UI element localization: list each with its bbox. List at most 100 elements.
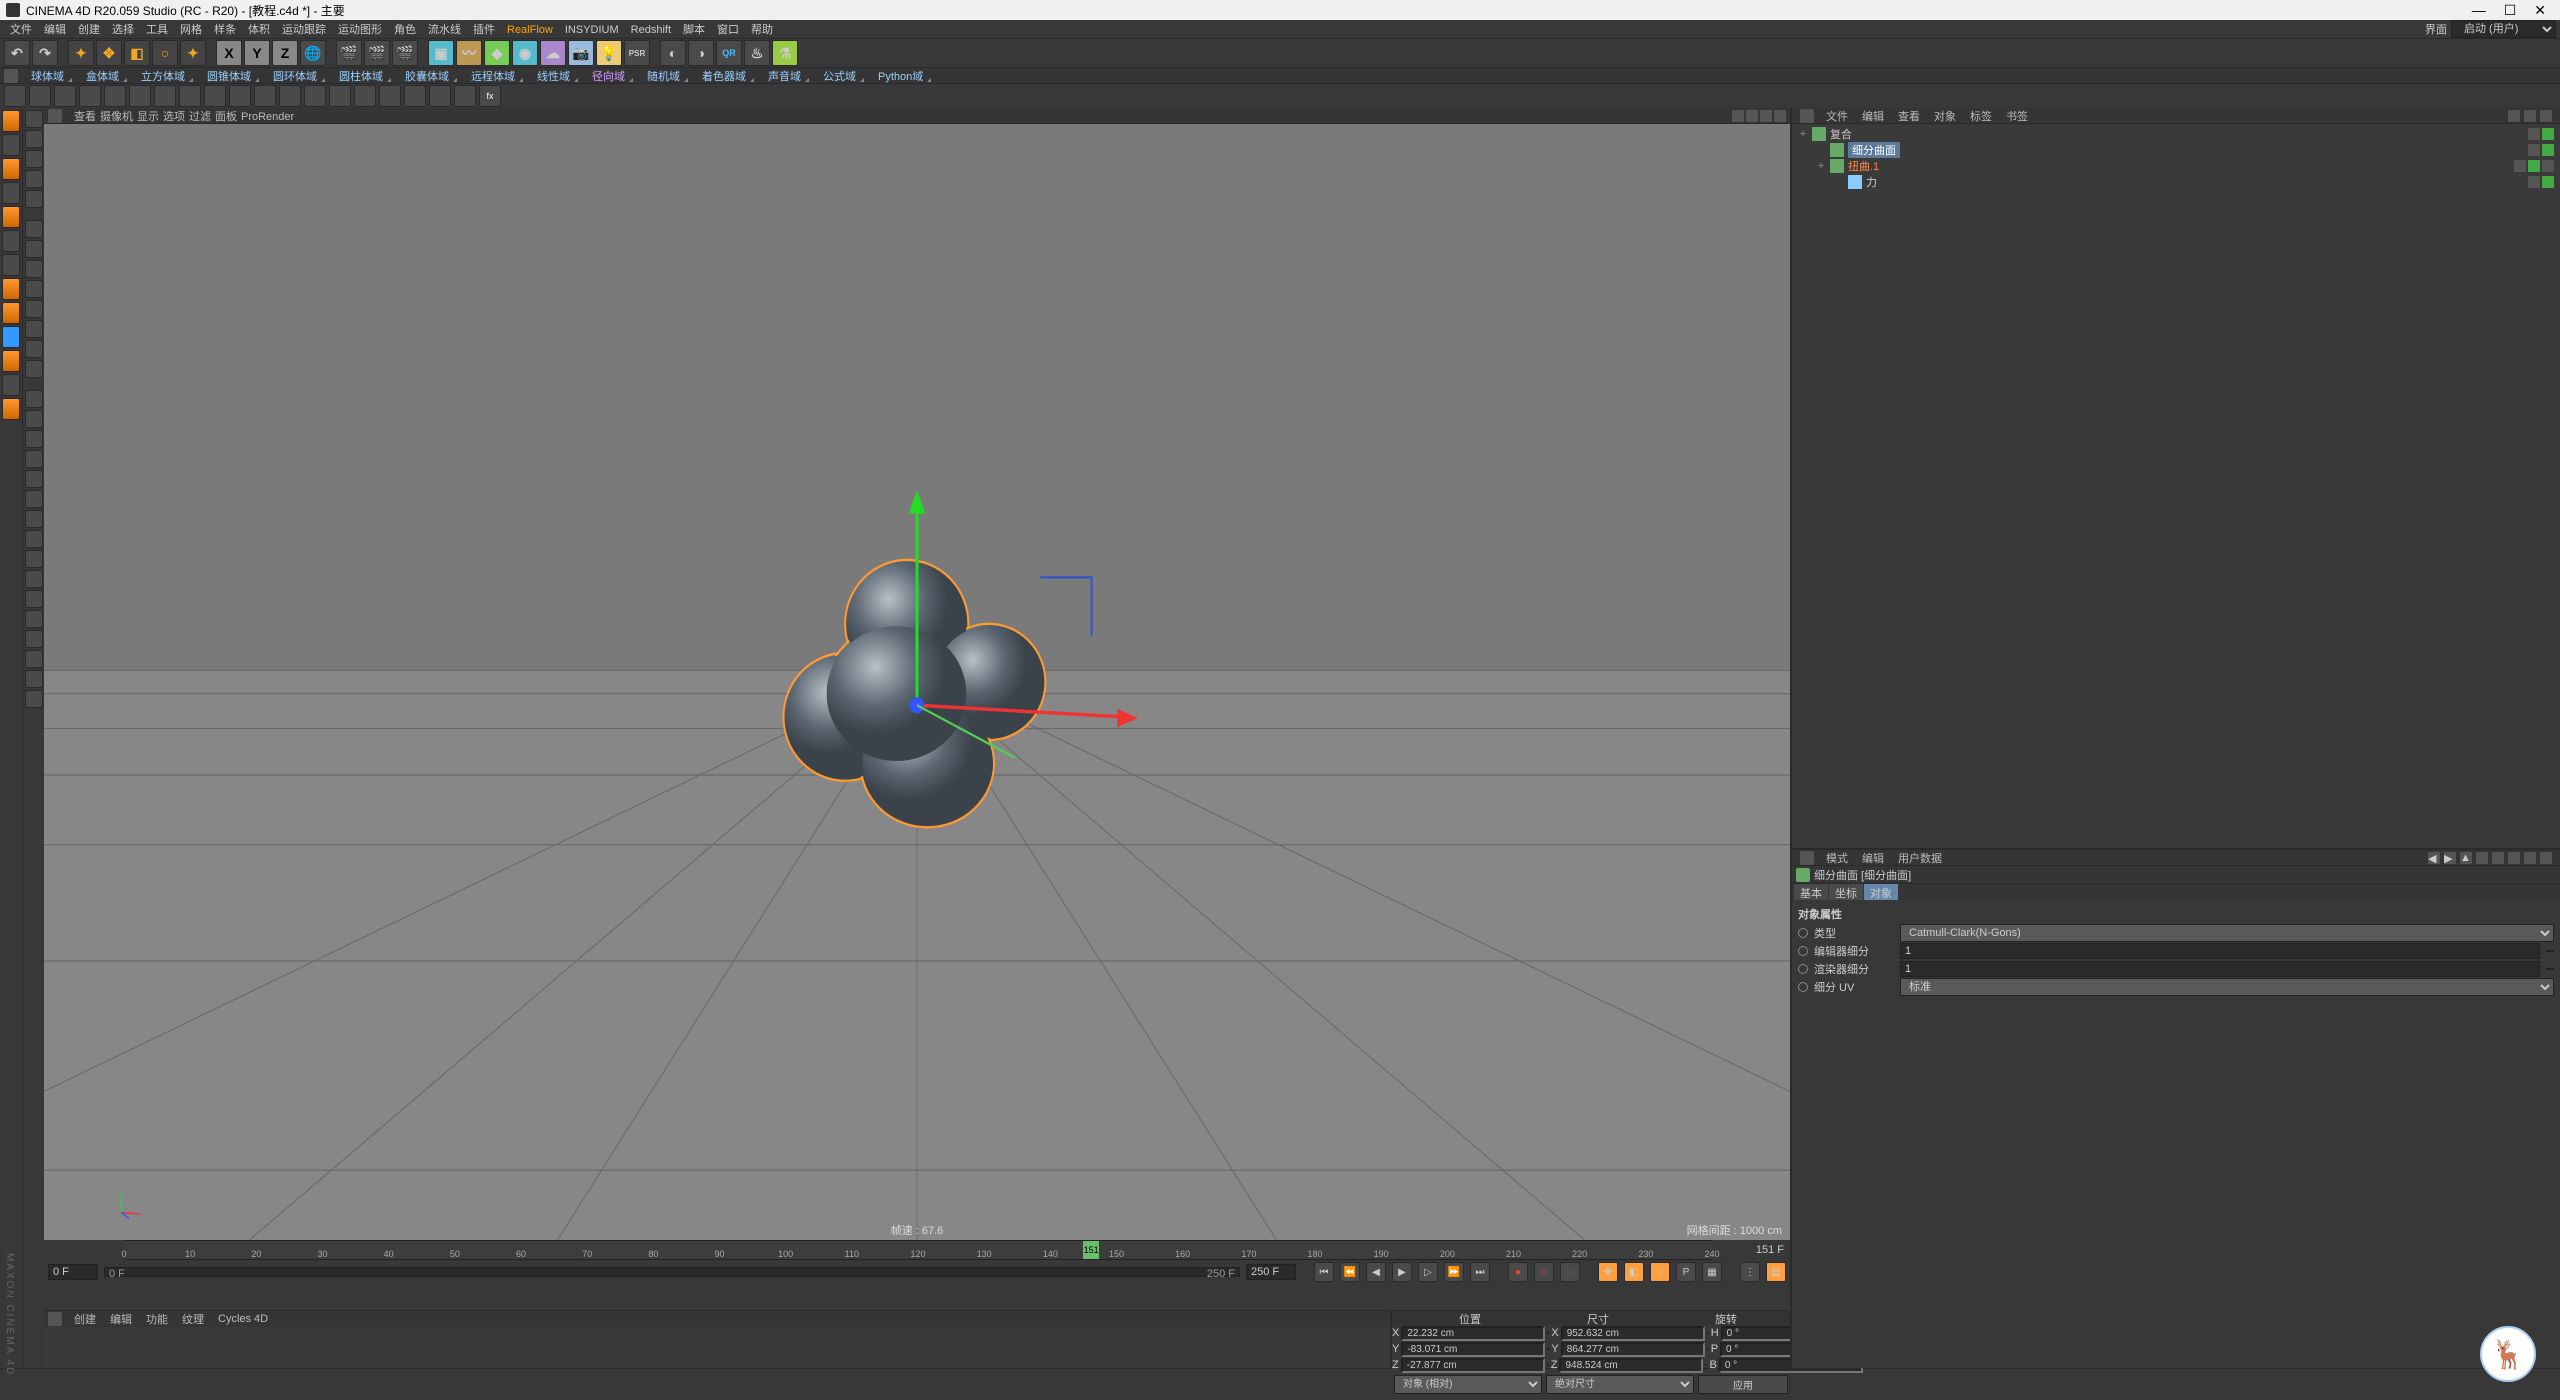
tb2-14[interactable] (329, 85, 351, 107)
attr-lock-icon[interactable] (2508, 852, 2520, 864)
model-mode-button[interactable] (2, 134, 20, 156)
coord-size-mode-select[interactable]: 绝对尺寸 (1546, 1375, 1694, 1394)
objmgr-menu-书签[interactable]: 书签 (2004, 108, 2030, 124)
attr-input-编辑器细分[interactable] (1900, 943, 2540, 959)
object-tag-icon[interactable] (2542, 176, 2554, 188)
lt2-22[interactable] (25, 550, 43, 568)
object-tag-icon[interactable] (2542, 160, 2554, 172)
menu-运动图形[interactable]: 运动图形 (332, 23, 388, 37)
light-button[interactable]: 💡 (596, 40, 622, 66)
object-mode-button[interactable] (2, 182, 20, 204)
objmgr-menu-文件[interactable]: 文件 (1824, 108, 1850, 124)
spinner-icon[interactable] (2546, 968, 2554, 970)
coord-value-input[interactable] (1401, 1342, 1545, 1357)
attr-tab-对象[interactable]: 对象 (1864, 884, 1898, 900)
point-mode-button[interactable] (2, 206, 20, 228)
lt2-20[interactable] (25, 510, 43, 528)
timeline-mode-button[interactable]: ▤ (1766, 1262, 1786, 1282)
attr-menu-icon[interactable] (2540, 852, 2552, 864)
lt2-24[interactable] (25, 590, 43, 608)
layout-select[interactable]: 启动 (用户) (2451, 20, 2556, 38)
prev-frame-button[interactable]: ◀ (1366, 1262, 1386, 1282)
field-随机域[interactable]: 随机域 (636, 69, 691, 85)
rec-param-button[interactable]: P (1676, 1262, 1696, 1282)
coord-value-input[interactable] (1561, 1342, 1705, 1357)
spinner-icon[interactable] (1547, 1348, 1549, 1350)
lt2-10[interactable] (25, 300, 43, 318)
rotate-tool[interactable]: ○ (152, 40, 178, 66)
spinner-icon[interactable] (1705, 1364, 1707, 1366)
lt-12[interactable] (2, 374, 20, 396)
viewport-menu-ProRender[interactable]: ProRender (239, 111, 296, 123)
tb2-1[interactable] (4, 85, 26, 107)
menu-窗口[interactable]: 窗口 (711, 23, 745, 37)
undo-button[interactable]: ↶ (4, 40, 30, 66)
tb2-fx[interactable]: fx (479, 85, 501, 107)
menu-流水线[interactable]: 流水线 (422, 23, 467, 37)
last-tool[interactable]: ✦ (180, 40, 206, 66)
camera-button[interactable]: 📷 (568, 40, 594, 66)
attr-tab-坐标[interactable]: 坐标 (1829, 884, 1863, 900)
objmgr-menu-标签[interactable]: 标签 (1968, 108, 1994, 124)
goto-end-button[interactable]: ⏭ (1470, 1262, 1490, 1282)
viewport-nav-3[interactable] (1760, 110, 1772, 122)
tb2-7[interactable] (154, 85, 176, 107)
attr-nav-fwd-icon[interactable]: ▶ (2444, 852, 2456, 864)
tb2-10[interactable] (229, 85, 251, 107)
viewport-nav-1[interactable] (1732, 110, 1744, 122)
menu-网格[interactable]: 网格 (174, 23, 208, 37)
material-menu-纹理[interactable]: 纹理 (180, 1311, 206, 1327)
field-圆柱体域[interactable]: 圆柱体域 (328, 69, 394, 85)
rec-rot-button[interactable]: ○ (1650, 1262, 1670, 1282)
autokey-button[interactable]: ○ (1534, 1262, 1554, 1282)
lt2-25[interactable] (25, 610, 43, 628)
lt2-6[interactable] (25, 220, 43, 238)
attr-input-细分 UV[interactable]: 标准 (1900, 978, 2554, 996)
qr-button[interactable]: QR (716, 40, 742, 66)
axis-z-toggle[interactable]: Z (272, 40, 298, 66)
snap-button[interactable] (2, 302, 20, 324)
menu-RealFlow[interactable]: RealFlow (501, 23, 559, 37)
anim-dot-icon[interactable] (1798, 964, 1808, 974)
plugin-button-3[interactable]: ♨ (744, 40, 770, 66)
menu-编辑[interactable]: 编辑 (38, 23, 72, 37)
object-tag-icon[interactable] (2528, 128, 2540, 140)
goto-nextkey-button[interactable]: ⏩ (1444, 1262, 1464, 1282)
object-name-label[interactable]: 力 (1866, 174, 1877, 190)
rec-scale-button[interactable]: ◧ (1624, 1262, 1644, 1282)
attr-menu-编辑[interactable]: 编辑 (1860, 850, 1886, 866)
spinner-icon[interactable] (1707, 1332, 1709, 1334)
cube-primitive-button[interactable]: ▣ (428, 40, 454, 66)
coord-value-input[interactable] (1401, 1358, 1545, 1373)
object-tag-icon[interactable] (2542, 128, 2554, 140)
anim-dot-icon[interactable] (1798, 982, 1808, 992)
coord-mode-select[interactable]: 对象 (相对) (1394, 1375, 1542, 1394)
menu-插件[interactable]: 插件 (467, 23, 501, 37)
coord-value-input[interactable] (1559, 1358, 1703, 1373)
lt2-12[interactable] (25, 340, 43, 358)
lt2-2[interactable] (25, 130, 43, 148)
lt2-8[interactable] (25, 260, 43, 278)
lt2-19[interactable] (25, 490, 43, 508)
lt2-9[interactable] (25, 280, 43, 298)
attr-pin-icon[interactable] (2476, 852, 2488, 864)
move-tool[interactable]: ✥ (96, 40, 122, 66)
spinner-icon[interactable] (1547, 1364, 1549, 1366)
attr-input-渲染器细分[interactable] (1900, 961, 2540, 977)
maximize-button[interactable]: ☐ (2504, 2, 2517, 19)
obj-row-细分曲面[interactable]: 细分曲面 (1794, 142, 2558, 158)
tb2-11[interactable] (254, 85, 276, 107)
axis-x-toggle[interactable]: X (216, 40, 242, 66)
field-盒体域[interactable]: 盒体域 (75, 69, 130, 85)
plugin-button-4[interactable]: ⚗ (772, 40, 798, 66)
attr-tab-基本[interactable]: 基本 (1794, 884, 1828, 900)
rec-pla-button[interactable]: ▦ (1702, 1262, 1722, 1282)
menu-工具[interactable]: 工具 (140, 23, 174, 37)
attr-search-icon[interactable] (2492, 852, 2504, 864)
viewport[interactable]: ✥ Number of emitters: 0 Total live parti… (44, 124, 1790, 1240)
lt2-18[interactable] (25, 470, 43, 488)
object-name-label[interactable]: 扭曲.1 (1848, 158, 1879, 174)
coord-value-input[interactable] (1401, 1326, 1545, 1341)
viewport-menu-显示[interactable]: 显示 (135, 111, 161, 123)
lt2-29[interactable] (25, 690, 43, 708)
